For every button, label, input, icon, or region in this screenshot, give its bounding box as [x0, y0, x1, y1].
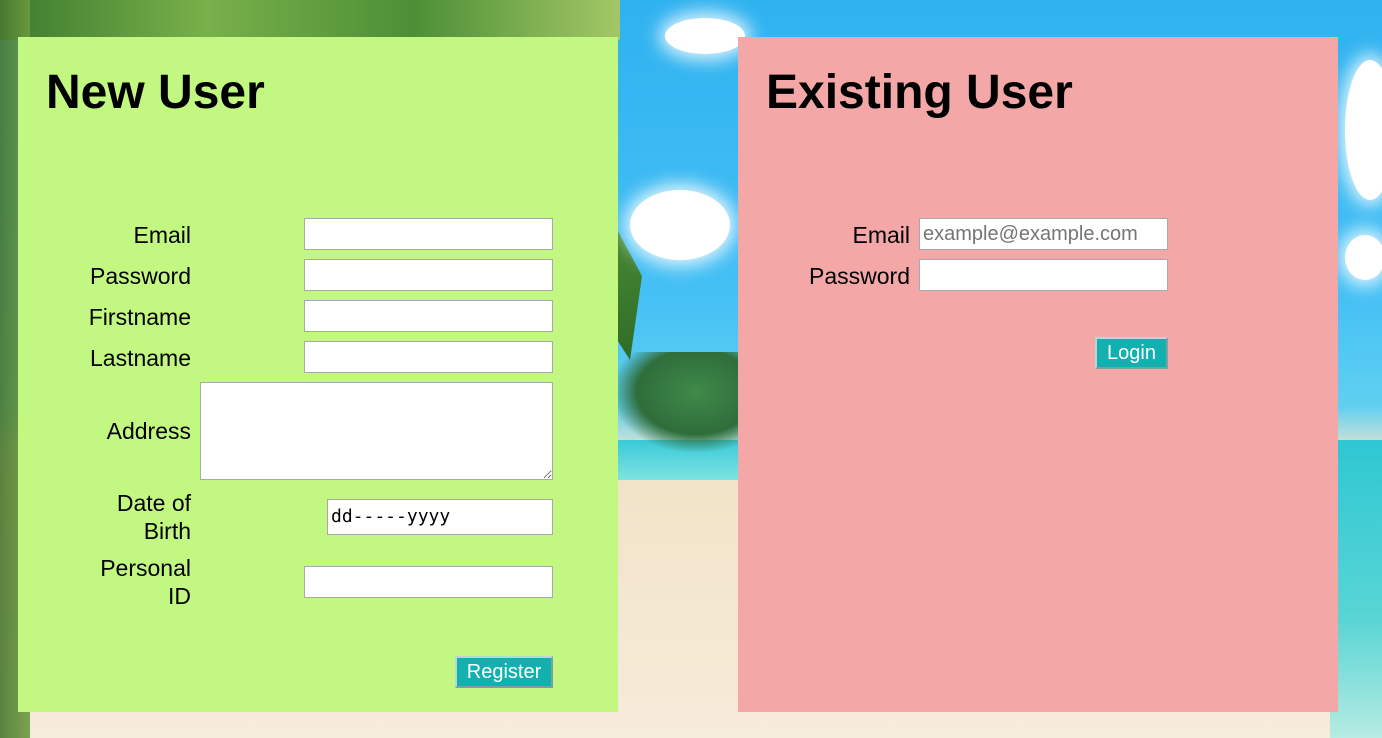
- firstname-input[interactable]: [304, 300, 553, 332]
- password-label: Password: [90, 263, 191, 289]
- palm-leaves-decoration: [0, 0, 620, 40]
- page-background: New User Email Password Firstname Lastna…: [0, 0, 1382, 738]
- existing-user-title: Existing User: [766, 66, 1073, 119]
- lastname-label: Lastname: [89, 345, 191, 371]
- address-textarea[interactable]: [200, 382, 553, 480]
- new-user-title: New User: [46, 66, 265, 119]
- dob-label-line1: Date of: [116, 490, 191, 516]
- dob-label: Date of Birth: [58, 489, 191, 545]
- personal-id-input[interactable]: [304, 566, 553, 598]
- login-email-label: Email: [852, 222, 910, 248]
- login-password-input[interactable]: [919, 259, 1168, 291]
- dob-label-line2: Birth: [143, 518, 191, 544]
- personal-id-label-line2: ID: [168, 583, 191, 609]
- cloud-decoration: [1345, 60, 1382, 200]
- new-email-input[interactable]: [304, 218, 553, 250]
- personal-id-label: Personal ID: [58, 554, 191, 610]
- firstname-label: Firstname: [88, 304, 191, 330]
- lastname-input[interactable]: [304, 341, 553, 373]
- login-button[interactable]: Login: [1095, 337, 1168, 369]
- existing-user-panel: Existing User Email Password Login: [738, 37, 1338, 712]
- personal-id-label-line1: Personal: [100, 555, 191, 581]
- dob-input[interactable]: dd-----yyyy: [327, 499, 553, 535]
- new-user-panel: New User Email Password Firstname Lastna…: [18, 37, 618, 712]
- email-label: Email: [133, 222, 191, 248]
- cloud-decoration: [1345, 235, 1382, 280]
- address-label: Address: [106, 418, 191, 444]
- cloud-decoration: [630, 190, 730, 260]
- login-password-label: Password: [809, 263, 910, 289]
- register-button[interactable]: Register: [455, 656, 553, 688]
- new-password-input[interactable]: [304, 259, 553, 291]
- hill-decoration: [612, 352, 752, 452]
- login-email-input[interactable]: [919, 218, 1168, 250]
- cloud-decoration: [665, 18, 745, 54]
